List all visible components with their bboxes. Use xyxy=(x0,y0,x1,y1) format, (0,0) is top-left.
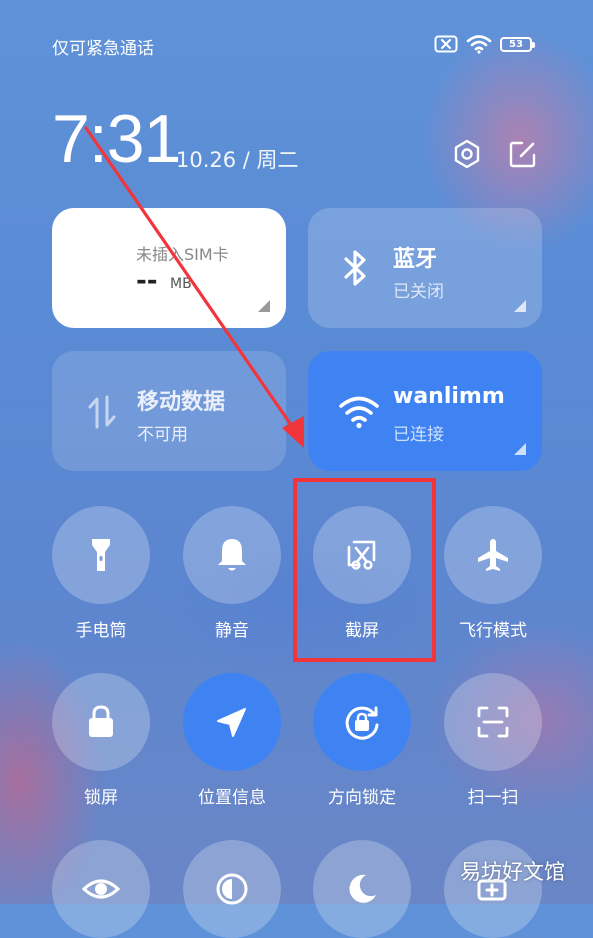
watermark-text: 易坊好文馆 xyxy=(460,860,565,884)
annotation-highlight-box xyxy=(293,478,436,662)
annotation-arrow xyxy=(84,126,304,448)
